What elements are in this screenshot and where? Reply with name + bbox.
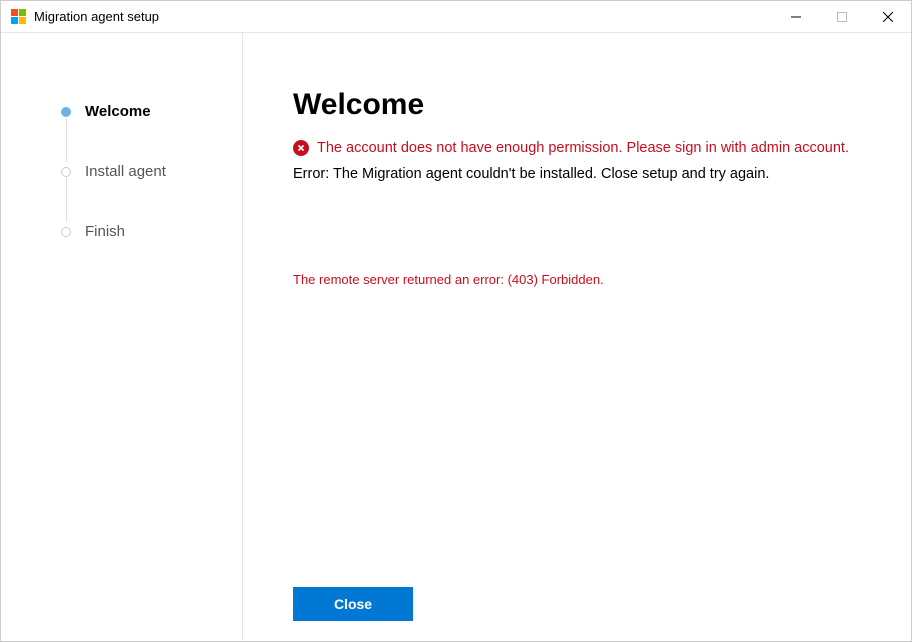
steps-list: Welcome Install agent Finish xyxy=(61,103,242,241)
body: Welcome Install agent Finish Welcome xyxy=(1,33,911,641)
step-dot-icon xyxy=(61,167,71,177)
step-finish: Finish xyxy=(61,223,242,241)
step-label: Welcome xyxy=(85,103,151,120)
minimize-button[interactable] xyxy=(773,1,819,32)
footer: Close xyxy=(293,587,413,621)
step-welcome: Welcome xyxy=(61,103,242,121)
step-dot-icon xyxy=(61,107,71,117)
page-title: Welcome xyxy=(293,88,871,122)
step-install-agent: Install agent xyxy=(61,163,242,181)
window-controls xyxy=(773,1,911,32)
close-window-button[interactable] xyxy=(865,1,911,32)
step-connector xyxy=(66,118,67,162)
step-dot-icon xyxy=(61,227,71,237)
server-error-text: The remote server returned an error: (40… xyxy=(293,272,871,287)
permission-error-text: The account does not have enough permiss… xyxy=(317,140,849,156)
maximize-button xyxy=(819,1,865,32)
step-label: Install agent xyxy=(85,163,166,180)
install-error-text: Error: The Migration agent couldn't be i… xyxy=(293,166,871,182)
microsoft-logo-icon xyxy=(11,9,26,24)
permission-error-row: The account does not have enough permiss… xyxy=(293,140,871,156)
sidebar: Welcome Install agent Finish xyxy=(1,33,243,641)
titlebar: Migration agent setup xyxy=(1,1,911,33)
error-icon xyxy=(293,140,309,156)
window: Migration agent setup Welcome xyxy=(0,0,912,642)
step-label: Finish xyxy=(85,223,125,240)
window-title: Migration agent setup xyxy=(34,9,773,24)
step-connector xyxy=(66,178,67,222)
content: Welcome The account does not have enough… xyxy=(243,33,911,641)
close-button[interactable]: Close xyxy=(293,587,413,621)
